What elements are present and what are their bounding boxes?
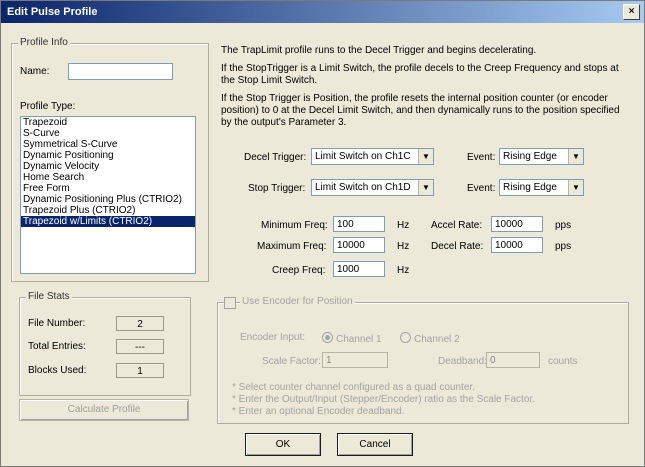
profile-type-item[interactable]: Dynamic Positioning (21, 150, 195, 161)
stop-event-label: Event: (467, 183, 496, 194)
profile-type-item[interactable]: Trapezoid Plus (CTRIO2) (21, 205, 195, 216)
profile-type-item[interactable]: Dynamic Velocity (21, 161, 195, 172)
profile-type-item[interactable]: Trapezoid (21, 117, 195, 128)
stop-event-select[interactable]: Rising Edge ▼ (499, 179, 584, 196)
profile-type-item[interactable]: Free Form (21, 183, 195, 194)
encoder-note-3: * Enter an optional Encoder deadband. (232, 406, 405, 417)
stop-trigger-value: Limit Switch on Ch1D (315, 182, 411, 193)
scale-factor-field[interactable] (322, 352, 388, 368)
accel-rate-unit: pps (555, 220, 572, 231)
min-freq-field[interactable] (333, 216, 385, 232)
max-freq-unit: Hz (397, 241, 410, 252)
decel-trigger-label: Decel Trigger: (244, 152, 307, 163)
decel-event-select[interactable]: Rising Edge ▼ (499, 148, 584, 165)
description-line-3: If the Stop Trigger is Position, the pro… (221, 93, 620, 128)
decel-rate-unit: pps (555, 241, 572, 252)
edit-pulse-profile-dialog: Edit Pulse Profile × Profile Info Name: … (0, 0, 645, 467)
radio-icon (400, 332, 411, 343)
profile-type-item[interactable]: S-Curve (21, 128, 195, 139)
file-stats-group: File Stats File Number: 2 Total Entries:… (19, 291, 191, 396)
description-line-2: If the StopTrigger is a Limit Switch, th… (221, 63, 619, 86)
ok-button[interactable]: OK (245, 433, 321, 456)
creep-freq-label: Creep Freq: (272, 265, 326, 276)
creep-freq-unit: Hz (397, 265, 410, 276)
min-freq-unit: Hz (397, 220, 410, 231)
scale-factor-label: Scale Factor: (262, 356, 321, 367)
accel-rate-label: Accel Rate: (431, 220, 483, 231)
decel-rate-label: Decel Rate: (431, 241, 484, 252)
title-bar[interactable]: Edit Pulse Profile × (1, 1, 644, 23)
encoder-group: Use Encoder for Position Encoder Input: … (217, 296, 629, 424)
max-freq-field[interactable] (333, 237, 385, 253)
stop-trigger-select[interactable]: Limit Switch on Ch1D ▼ (311, 179, 434, 196)
file-stats-legend: File Stats (26, 291, 72, 302)
chevron-down-icon[interactable]: ▼ (418, 149, 433, 164)
chevron-down-icon[interactable]: ▼ (568, 180, 583, 195)
profile-type-label: Profile Type: (20, 101, 76, 112)
use-encoder-label: Use Encoder for Position (240, 296, 355, 307)
channel-2-radio[interactable]: Channel 2 (400, 332, 460, 345)
chevron-down-icon[interactable]: ▼ (568, 149, 583, 164)
description-line-1: The TrapLimit profile runs to the Decel … (221, 45, 537, 56)
close-icon[interactable]: × (623, 4, 640, 20)
blocks-used-value: 1 (116, 363, 164, 378)
deadband-unit: counts (548, 356, 578, 367)
encoder-note-2: * Enter the Output/Input (Stepper/Encode… (232, 394, 535, 405)
blocks-used-label: Blocks Used: (28, 365, 87, 376)
total-entries-label: Total Entries: (28, 341, 86, 352)
stop-event-value: Rising Edge (503, 182, 557, 193)
channel-1-radio[interactable]: Channel 1 (322, 332, 382, 345)
use-encoder-checkbox[interactable] (224, 297, 236, 309)
name-label: Name: (20, 66, 50, 77)
encoder-note-1: * Select counter channel configured as a… (232, 382, 475, 393)
profile-info-legend: Profile Info (18, 37, 70, 48)
calculate-profile-button[interactable]: Calculate Profile (19, 399, 189, 421)
decel-trigger-select[interactable]: Limit Switch on Ch1C ▼ (311, 148, 434, 165)
decel-event-label: Event: (467, 152, 496, 163)
stop-trigger-label: Stop Trigger: (248, 183, 306, 194)
creep-freq-field[interactable] (333, 261, 385, 277)
max-freq-label: Maximum Freq: (257, 241, 327, 252)
profile-type-item[interactable]: Trapezoid w/Limits (CTRIO2) (21, 216, 195, 227)
decel-trigger-value: Limit Switch on Ch1C (315, 151, 411, 162)
file-number-label: File Number: (28, 318, 86, 329)
chevron-down-icon[interactable]: ▼ (418, 180, 433, 195)
profile-info-group: Profile Info Name: Profile Type: Trapezo… (11, 37, 209, 282)
accel-rate-field[interactable] (491, 216, 543, 232)
profile-type-list[interactable]: Trapezoid S-Curve Symmetrical S-Curve Dynam… (20, 116, 196, 274)
cancel-button[interactable]: Cancel (337, 433, 413, 456)
min-freq-label: Minimum Freq: (261, 220, 328, 231)
deadband-label: Deadband: (438, 356, 487, 367)
name-field[interactable] (68, 63, 173, 80)
decel-event-value: Rising Edge (503, 151, 557, 162)
file-number-value: 2 (116, 316, 164, 331)
radio-selected-icon (322, 332, 333, 343)
channel-2-label: Channel 2 (414, 334, 460, 345)
encoder-input-label: Encoder Input: (240, 332, 306, 343)
decel-rate-field[interactable] (491, 237, 543, 253)
channel-1-label: Channel 1 (336, 334, 382, 345)
deadband-field[interactable] (486, 352, 540, 368)
profile-type-item[interactable]: Dynamic Positioning Plus (CTRIO2) (21, 194, 195, 205)
profile-type-item[interactable]: Home Search (21, 172, 195, 183)
total-entries-value: --- (116, 339, 164, 354)
profile-type-item[interactable]: Symmetrical S-Curve (21, 139, 195, 150)
window-title: Edit Pulse Profile (7, 6, 98, 18)
